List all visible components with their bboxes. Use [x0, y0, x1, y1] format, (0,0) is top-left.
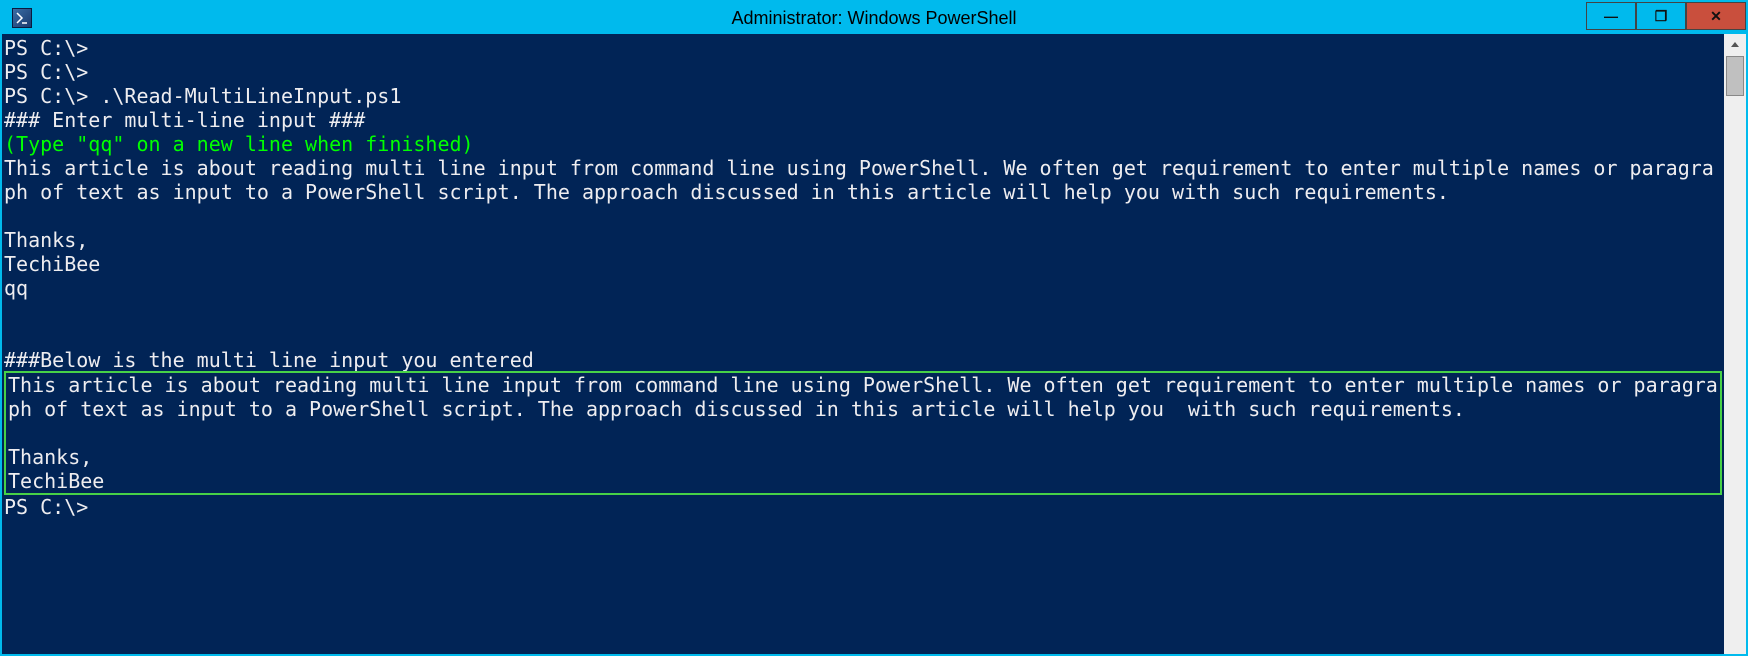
prompt-line: PS C:\> [4, 60, 88, 84]
terminal-output[interactable]: PS C:\> PS C:\> PS C:\> .\Read-MultiLine… [2, 34, 1724, 654]
minimize-button[interactable]: — [1586, 2, 1636, 30]
scroll-thumb[interactable] [1726, 56, 1744, 96]
scroll-up-icon[interactable] [1724, 34, 1746, 56]
console-area: PS C:\> PS C:\> PS C:\> .\Read-MultiLine… [2, 34, 1746, 654]
window-controls: — ❐ ✕ [1586, 2, 1746, 34]
titlebar[interactable]: Administrator: Windows PowerShell — ❐ ✕ [2, 2, 1746, 34]
prompt-line: PS C:\> [4, 36, 88, 60]
output-header: ###Below is the multi line input you ent… [4, 348, 534, 372]
user-input-terminator: qq [4, 276, 28, 300]
input-hint: (Type "qq" on a new line when finished) [4, 132, 474, 156]
input-header: ### Enter multi-line input ### [4, 108, 365, 132]
vertical-scrollbar[interactable] [1724, 34, 1746, 654]
prompt-line: PS C:\> [4, 495, 88, 519]
output-highlight-box: This article is about reading multi line… [4, 371, 1722, 495]
user-input-text: This article is about reading multi line… [4, 156, 1714, 204]
output-text: This article is about reading multi line… [8, 373, 1718, 421]
user-input-thanks: Thanks, [4, 228, 88, 252]
maximize-button[interactable]: ❐ [1636, 2, 1686, 30]
output-thanks: Thanks, [8, 445, 92, 469]
powershell-window: Administrator: Windows PowerShell — ❐ ✕ … [0, 0, 1748, 656]
user-input-signature: TechiBee [4, 252, 100, 276]
close-button[interactable]: ✕ [1686, 2, 1746, 30]
command-line: PS C:\> .\Read-MultiLineInput.ps1 [4, 84, 401, 108]
powershell-icon [12, 8, 32, 28]
output-signature: TechiBee [8, 469, 104, 493]
window-title: Administrator: Windows PowerShell [731, 8, 1016, 29]
